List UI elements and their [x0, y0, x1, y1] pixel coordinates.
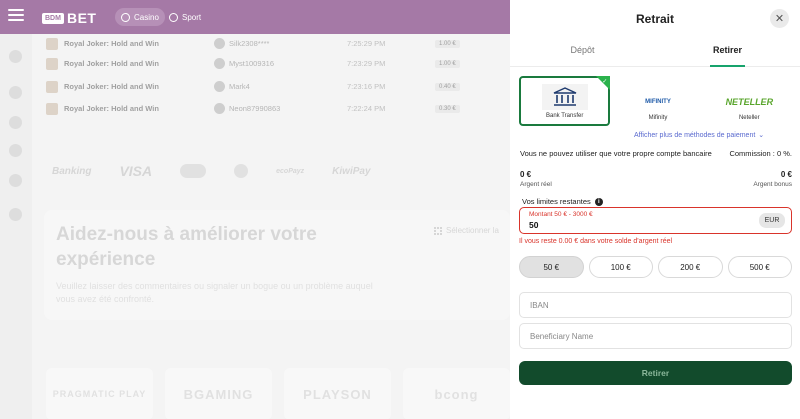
withdraw-submit-button[interactable]: Retirer: [519, 361, 792, 385]
withdraw-modal: Retrait ✕ Dépôt Retirer Bank Transfer ✓ …: [510, 0, 800, 419]
real-balance-value: 0 €: [520, 170, 532, 179]
amount-hint: Montant 50 € - 3000 €: [529, 211, 593, 218]
neteller-logo: NETELLER: [725, 97, 774, 107]
beneficiary-placeholder: Beneficiary Name: [530, 331, 594, 341]
method-bank-transfer[interactable]: Bank Transfer ✓: [519, 76, 611, 126]
limits-label-text: Vos limites restantes: [522, 197, 591, 206]
modal-backdrop[interactable]: [0, 0, 510, 419]
limits-label: Vos limites restantes i: [522, 197, 603, 206]
close-icon[interactable]: ✕: [770, 9, 789, 28]
real-balance-label: Argent réel: [520, 181, 552, 188]
currency-button[interactable]: EUR: [759, 213, 785, 228]
iban-field[interactable]: IBAN: [519, 292, 792, 318]
quick-amount-button[interactable]: 200 €: [658, 256, 723, 278]
beneficiary-field[interactable]: Beneficiary Name: [519, 323, 792, 349]
tab-deposit[interactable]: Dépôt: [510, 45, 655, 66]
bonus-balance-value: 0 €: [780, 170, 792, 179]
method-mifinity[interactable]: MIFINITY Mifinity: [614, 76, 701, 126]
more-methods-link[interactable]: Afficher plus de méthodes de paiement ⌄: [634, 131, 765, 140]
info-icon[interactable]: i: [594, 197, 603, 206]
quick-amounts: 50 € 100 € 200 € 500 €: [519, 256, 792, 278]
quick-amount-button[interactable]: 100 €: [588, 256, 653, 278]
amount-input[interactable]: Montant 50 € - 3000 € 50 EUR: [519, 207, 792, 234]
own-account-notice: Vous ne pouvez utiliser que votre propre…: [520, 149, 712, 158]
account-info-row: Vous ne pouvez utiliser que votre propre…: [520, 149, 792, 158]
payment-methods: Bank Transfer ✓ MIFINITY Mifinity NETELL…: [519, 76, 793, 126]
mifinity-logo: MIFINITY: [645, 99, 671, 105]
method-name: Mifinity: [648, 115, 668, 121]
commission-text: Commission : 0 %.: [729, 149, 792, 158]
balance-row: 0 € Argent réel 0 € Argent bonus: [520, 170, 792, 188]
chevron-down-icon: ⌄: [758, 132, 765, 139]
bonus-balance-label: Argent bonus: [753, 181, 792, 188]
iban-placeholder: IBAN: [530, 300, 549, 310]
method-name: Neteller: [738, 115, 760, 121]
more-methods-label: Afficher plus de méthodes de paiement: [634, 131, 756, 139]
bank-icon: [541, 84, 588, 110]
amount-value[interactable]: 50: [529, 220, 538, 230]
method-name: Bank Transfer: [545, 113, 584, 119]
modal-tabs: Dépôt Retirer: [510, 45, 800, 67]
real-balance: 0 € Argent réel: [520, 170, 552, 188]
quick-amount-button[interactable]: 500 €: [727, 256, 792, 278]
modal-title: Retrait: [635, 12, 674, 26]
check-mark-icon: ✓: [602, 79, 608, 85]
bonus-balance: 0 € Argent bonus: [753, 170, 792, 188]
method-neteller[interactable]: NETELLER Neteller: [706, 76, 793, 126]
quick-amount-button[interactable]: 50 €: [519, 256, 584, 278]
balance-error: Il vous reste 0.00 € dans votre solde d'…: [519, 238, 673, 245]
tab-withdraw[interactable]: Retirer: [655, 45, 800, 67]
